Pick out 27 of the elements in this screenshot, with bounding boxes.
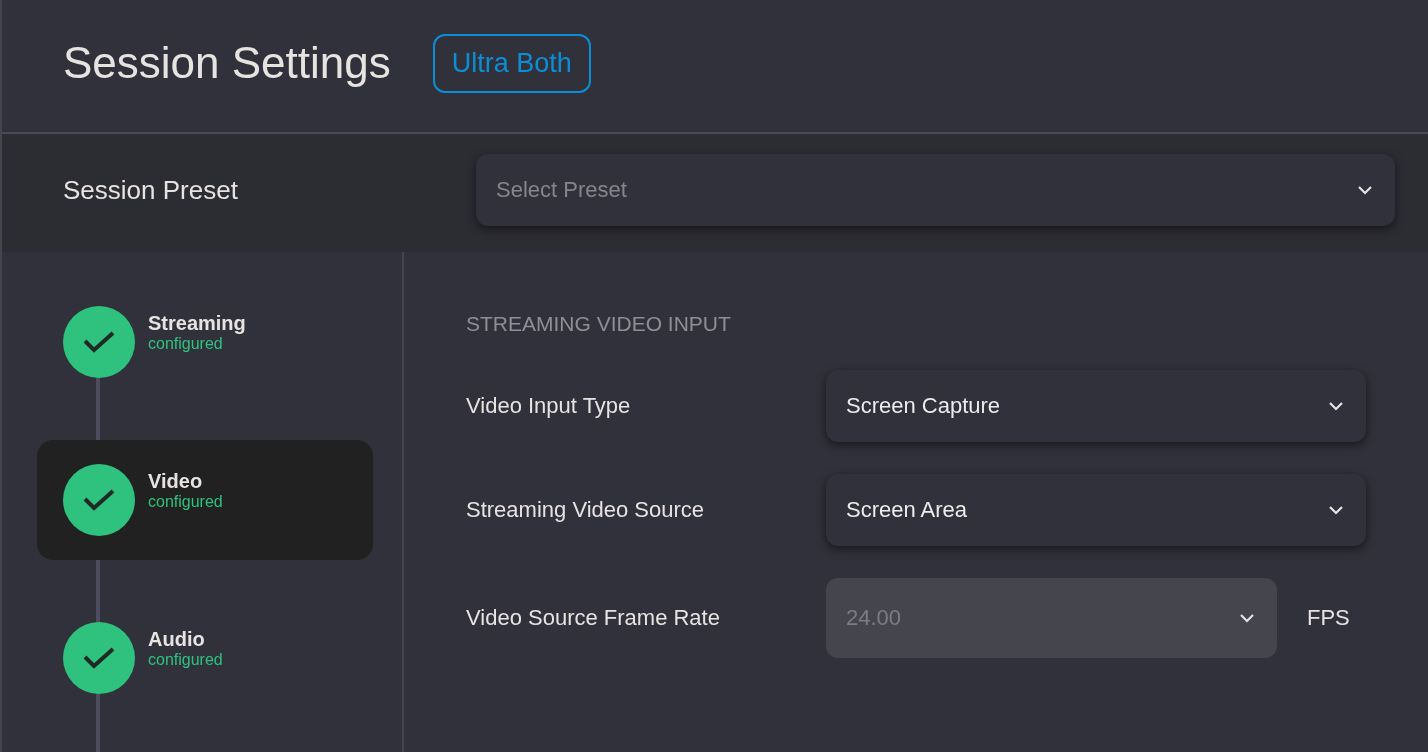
step-item[interactable]: Audio configured bbox=[37, 598, 373, 718]
check-icon bbox=[82, 488, 116, 512]
dropdown-select[interactable]: Screen Area bbox=[826, 474, 1366, 546]
mode-badge: Ultra Both bbox=[432, 33, 591, 93]
unit-label: FPS bbox=[1307, 605, 1350, 631]
step-status: configured bbox=[148, 334, 224, 353]
step-item[interactable]: Streaming configured bbox=[37, 282, 373, 402]
step-label: Audio bbox=[148, 627, 206, 651]
chevron-down-icon bbox=[1328, 401, 1344, 411]
field-label: Video Source Frame Rate bbox=[466, 605, 721, 631]
step-label: Streaming bbox=[148, 311, 246, 335]
field-label: Video Input Type bbox=[466, 393, 632, 419]
step-label: Video bbox=[148, 469, 204, 493]
check-icon bbox=[82, 646, 116, 670]
preset-select[interactable]: Select Preset bbox=[476, 154, 1395, 226]
section-title: STREAMING VIDEO INPUT bbox=[466, 312, 732, 336]
step-item[interactable]: Video configured bbox=[37, 440, 373, 560]
chevron-down-icon bbox=[1239, 613, 1255, 623]
field-label: Streaming Video Source bbox=[466, 497, 706, 523]
step-status: configured bbox=[148, 492, 223, 511]
step-status: configured bbox=[148, 650, 223, 669]
chevron-down-icon bbox=[1328, 505, 1344, 515]
dropdown-select[interactable]: Screen Capture bbox=[826, 370, 1366, 442]
preset-label: Session Preset bbox=[63, 174, 239, 206]
check-icon bbox=[82, 330, 116, 354]
chevron-down-icon bbox=[1357, 185, 1373, 195]
page-title: Session Settings bbox=[63, 38, 391, 88]
